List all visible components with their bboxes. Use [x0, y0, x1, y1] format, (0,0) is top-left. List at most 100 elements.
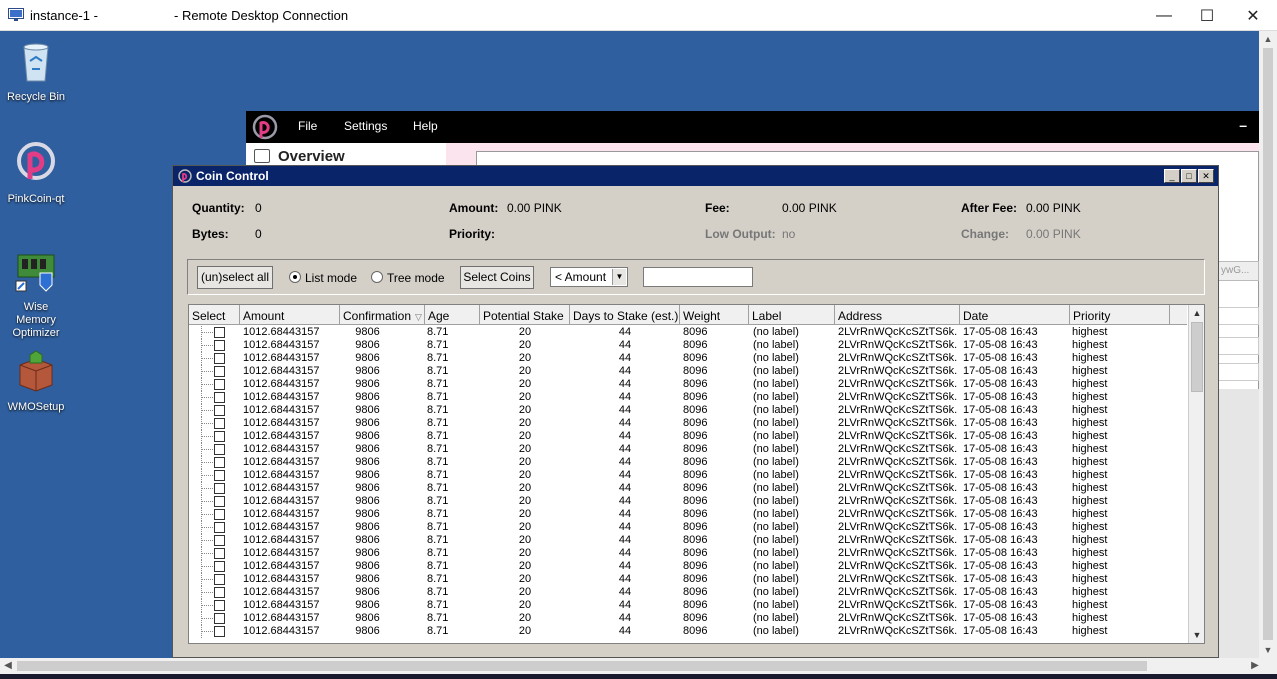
dialog-close-button[interactable]: ✕	[1198, 169, 1214, 183]
table-row[interactable]: 1012.68443157 9806 8.71 20 44 8096 (no label) 2…	[189, 586, 1187, 599]
table-row[interactable]: 1012.68443157 9806 8.71 20 44 8096 (no label) 2…	[189, 404, 1187, 417]
table-row[interactable]: 1012.68443157 9806 8.71 20 44 8096 (no label) 2…	[189, 378, 1187, 391]
table-row[interactable]: 1012.68443157 9806 8.71 20 44 8096 (no label) 2…	[189, 612, 1187, 625]
select-checkbox[interactable]	[214, 418, 225, 429]
table-vertical-scrollbar[interactable]: ▲ ▼	[1188, 305, 1204, 643]
desktop-icon-wmosetup[interactable]: WMOSetup	[4, 349, 68, 414]
table-row[interactable]: 1012.68443157 9806 8.71 20 44 8096 (no label) 2…	[189, 339, 1187, 352]
scroll-right-icon[interactable]: ▶	[1247, 658, 1263, 674]
table-row[interactable]: 1012.68443157 9806 8.71 20 44 8096 (no label) 2…	[189, 352, 1187, 365]
column-header-confirmation[interactable]: Confirmation ▽	[340, 305, 425, 325]
select-checkbox[interactable]	[214, 496, 225, 507]
scroll-thumb[interactable]	[17, 661, 1147, 671]
column-header-days-to-stake[interactable]: Days to Stake (est.)	[570, 305, 680, 325]
select-checkbox[interactable]	[214, 522, 225, 533]
list-mode-radio[interactable]	[289, 271, 301, 283]
scroll-thumb[interactable]	[1191, 322, 1203, 392]
table-row[interactable]: 1012.68443157 9806 8.71 20 44 8096 (no label) 2…	[189, 625, 1187, 638]
unselect-all-button[interactable]: (un)select all	[197, 266, 273, 289]
priority-label: Priority:	[449, 227, 496, 241]
pinkcoin-minimize-button[interactable]: –	[1239, 117, 1247, 133]
select-checkbox[interactable]	[214, 483, 225, 494]
dialog-minimize-button[interactable]: _	[1164, 169, 1180, 183]
select-checkbox[interactable]	[214, 340, 225, 351]
menu-file[interactable]: File	[298, 119, 317, 133]
select-checkbox[interactable]	[214, 457, 225, 468]
rdp-close-button[interactable]: ✕	[1230, 2, 1276, 29]
cell-address: 2LVrRnWQcKcSZtTS6k...	[838, 586, 958, 598]
table-row[interactable]: 1012.68443157 9806 8.71 20 44 8096 (no label) 2…	[189, 443, 1187, 456]
tree-mode-radio[interactable]	[371, 271, 383, 283]
column-header-address[interactable]: Address	[835, 305, 960, 325]
table-row[interactable]: 1012.68443157 9806 8.71 20 44 8096 (no label) 2…	[189, 430, 1187, 443]
rdp-vertical-scrollbar[interactable]: ▲ ▼	[1259, 31, 1277, 658]
quantity-value: 0	[255, 201, 262, 215]
table-row[interactable]: 1012.68443157 9806 8.71 20 44 8096 (no label) 2…	[189, 391, 1187, 404]
rdp-horizontal-scrollbar[interactable]: ◀ ▶	[0, 658, 1277, 674]
column-header-label[interactable]: Label	[749, 305, 835, 325]
select-checkbox[interactable]	[214, 366, 225, 377]
table-row[interactable]: 1012.68443157 9806 8.71 20 44 8096 (no label) 2…	[189, 547, 1187, 560]
table-row[interactable]: 1012.68443157 9806 8.71 20 44 8096 (no label) 2…	[189, 599, 1187, 612]
select-checkbox[interactable]	[214, 561, 225, 572]
rdp-maximize-button[interactable]: ☐	[1184, 2, 1230, 29]
table-row[interactable]: 1012.68443157 9806 8.71 20 44 8096 (no label) 2…	[189, 482, 1187, 495]
table-row[interactable]: 1012.68443157 9806 8.71 20 44 8096 (no label) 2…	[189, 560, 1187, 573]
scroll-down-icon[interactable]: ▼	[1189, 627, 1204, 643]
table-row[interactable]: 1012.68443157 9806 8.71 20 44 8096 (no label) 2…	[189, 417, 1187, 430]
scroll-thumb[interactable]	[1263, 48, 1273, 640]
select-checkbox[interactable]	[214, 548, 225, 559]
table-row[interactable]: 1012.68443157 9806 8.71 20 44 8096 (no label) 2…	[189, 508, 1187, 521]
cell-weight: 8096	[683, 495, 708, 507]
select-coins-button[interactable]: Select Coins	[460, 266, 534, 289]
table-row[interactable]: 1012.68443157 9806 8.71 20 44 8096 (no label) 2…	[189, 469, 1187, 482]
select-checkbox[interactable]	[214, 392, 225, 403]
select-checkbox[interactable]	[214, 444, 225, 455]
amount-filter-input[interactable]	[643, 267, 753, 287]
select-checkbox[interactable]	[214, 509, 225, 520]
desktop-icon-recycle-bin[interactable]: Recycle Bin	[4, 39, 68, 104]
table-row[interactable]: 1012.68443157 9806 8.71 20 44 8096 (no label) 2…	[189, 534, 1187, 547]
select-checkbox[interactable]	[214, 379, 225, 390]
column-header-priority[interactable]: Priority	[1070, 305, 1170, 325]
nav-overview[interactable]: Overview	[278, 148, 345, 165]
select-checkbox[interactable]	[214, 600, 225, 611]
table-row[interactable]: 1012.68443157 9806 8.71 20 44 8096 (no label) 2…	[189, 456, 1187, 469]
column-header-label: Confirmation	[343, 309, 412, 323]
scroll-left-icon[interactable]: ◀	[0, 658, 16, 674]
scroll-up-icon[interactable]: ▲	[1259, 31, 1277, 47]
menu-settings[interactable]: Settings	[344, 119, 387, 133]
table-row[interactable]: 1012.68443157 9806 8.71 20 44 8096 (no label) 2…	[189, 521, 1187, 534]
select-checkbox[interactable]	[214, 587, 225, 598]
desktop-icon-pinkcoin[interactable]: PinkCoin-qt	[4, 141, 68, 206]
cell-days-to-stake: 44	[618, 573, 632, 585]
scroll-up-icon[interactable]: ▲	[1189, 305, 1204, 321]
dialog-maximize-button[interactable]: □	[1181, 169, 1197, 183]
select-checkbox[interactable]	[214, 613, 225, 624]
select-checkbox[interactable]	[214, 327, 225, 338]
select-checkbox[interactable]	[214, 353, 225, 364]
column-header-age[interactable]: Age	[425, 305, 480, 325]
cell-potential-stake: 20	[518, 482, 532, 494]
table-row[interactable]: 1012.68443157 9806 8.71 20 44 8096 (no label) 2…	[189, 326, 1187, 339]
select-checkbox[interactable]	[214, 535, 225, 546]
rdp-minimize-button[interactable]: —	[1141, 2, 1187, 29]
column-header-date[interactable]: Date	[960, 305, 1070, 325]
scroll-down-icon[interactable]: ▼	[1259, 642, 1277, 658]
column-header-weight[interactable]: Weight	[680, 305, 749, 325]
select-checkbox[interactable]	[214, 626, 225, 637]
cell-potential-stake: 20	[518, 534, 532, 546]
select-checkbox[interactable]	[214, 405, 225, 416]
menu-help[interactable]: Help	[413, 119, 438, 133]
desktop-icon-wise-memory-optimizer[interactable]: Wise Memory Optimizer	[4, 249, 68, 340]
table-row[interactable]: 1012.68443157 9806 8.71 20 44 8096 (no label) 2…	[189, 573, 1187, 586]
select-checkbox[interactable]	[214, 431, 225, 442]
amount-filter-select[interactable]: < Amount ▼	[550, 267, 628, 287]
select-checkbox[interactable]	[214, 574, 225, 585]
table-row[interactable]: 1012.68443157 9806 8.71 20 44 8096 (no label) 2…	[189, 365, 1187, 378]
column-header-amount[interactable]: Amount	[240, 305, 340, 325]
table-row[interactable]: 1012.68443157 9806 8.71 20 44 8096 (no label) 2…	[189, 495, 1187, 508]
column-header-select[interactable]: Select	[189, 305, 240, 325]
select-checkbox[interactable]	[214, 470, 225, 481]
column-header-potential-stake[interactable]: Potential Stake	[480, 305, 570, 325]
